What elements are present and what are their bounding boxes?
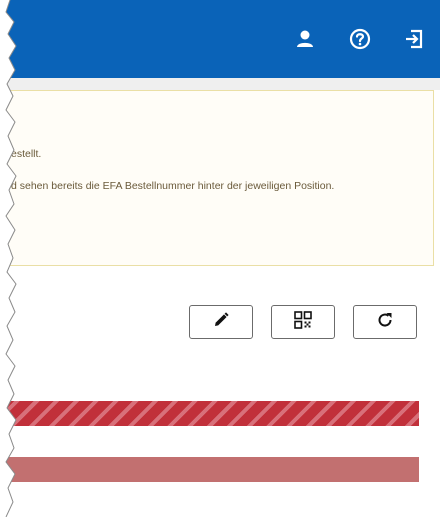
edit-button[interactable]	[189, 305, 253, 339]
refresh-button[interactable]	[353, 305, 417, 339]
user-icon[interactable]	[290, 22, 320, 56]
help-icon[interactable]	[345, 22, 375, 56]
info-text-line-1: estellt.	[11, 148, 42, 160]
info-message-panel: estellt. d sehen bereits die EFA Bestell…	[0, 90, 434, 266]
qr-code-button[interactable]	[271, 305, 335, 339]
status-bar-striped	[0, 401, 419, 426]
refresh-icon	[376, 311, 394, 334]
status-bar-solid	[0, 457, 419, 482]
header-shadow-band	[0, 78, 440, 90]
info-text-line-2: d sehen bereits die EFA Bestellnummer hi…	[11, 180, 335, 192]
logout-icon[interactable]	[399, 22, 429, 56]
edit-icon	[212, 311, 230, 334]
qr-code-icon	[294, 310, 312, 334]
app-header	[0, 0, 440, 78]
